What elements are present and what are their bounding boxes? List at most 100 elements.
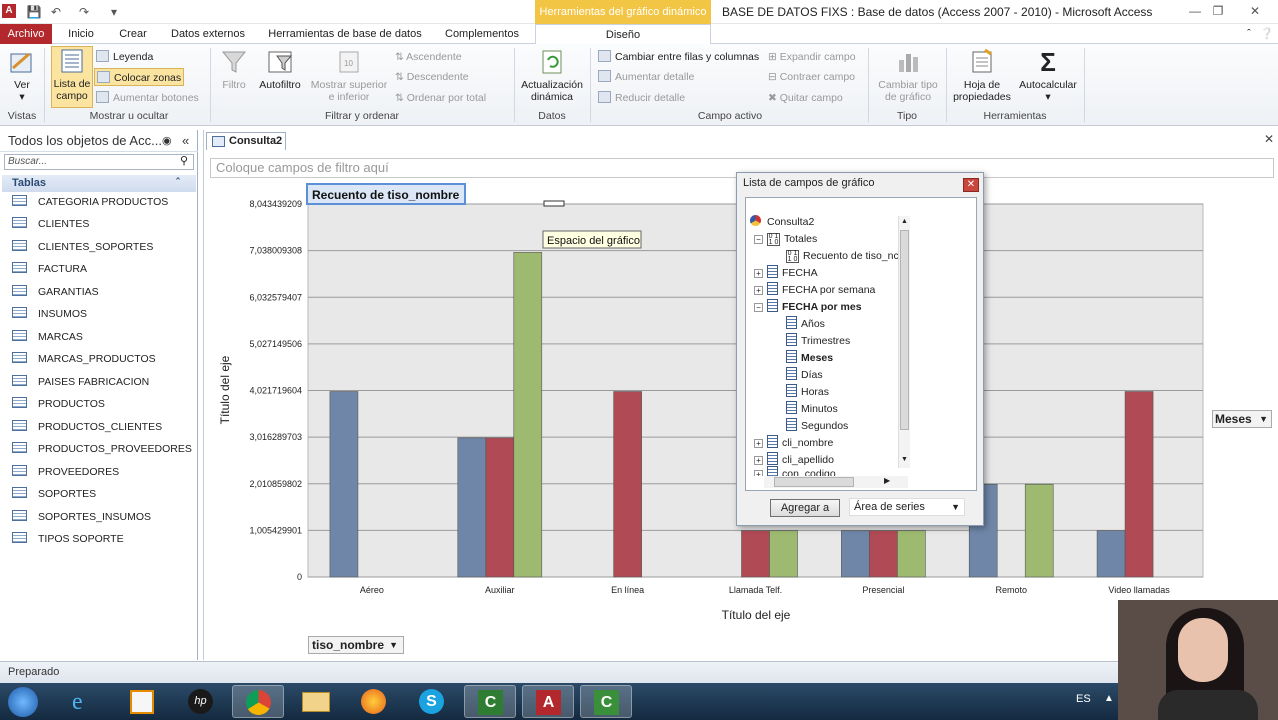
tray-chevron-icon[interactable]: ▲ <box>1104 693 1114 704</box>
redo-icon[interactable]: ↷ <box>76 4 92 20</box>
colocar-zonas-button[interactable]: Colocar zonas <box>94 68 185 86</box>
bar[interactable] <box>613 391 642 578</box>
chevron-down-icon[interactable]: ▼ <box>951 499 960 515</box>
bar[interactable] <box>869 530 898 578</box>
nav-header[interactable]: Todos los objetos de Acc... ◉ « <box>0 130 198 152</box>
nav-section-tablas[interactable]: Tablas ˆ <box>2 175 196 192</box>
taskbar-chrome[interactable] <box>232 685 284 718</box>
tree-node-con-codigo[interactable]: + con_codigo <box>754 466 836 476</box>
nav-search-input[interactable]: Buscar... <box>4 154 194 170</box>
tree-node-minutos[interactable]: Minutos <box>786 401 838 418</box>
taskbar-firefox[interactable] <box>348 685 400 718</box>
tree-node-meses[interactable]: Meses <box>786 350 833 367</box>
scroll-down-icon[interactable]: ▼ <box>901 456 908 463</box>
tree-node-fecha-semana[interactable]: + FECHA por semana <box>754 282 875 299</box>
tree-node-dias[interactable]: Días <box>786 367 823 384</box>
tree-node-anos[interactable]: Años <box>786 316 825 333</box>
nav-item-soportes-insumos[interactable]: SOPORTES_INSUMOS <box>12 506 151 528</box>
chart-title[interactable]: Recuento de tiso_nombre <box>312 188 460 202</box>
tab-crear[interactable]: Crear <box>112 24 154 44</box>
tree-node-fecha-mes[interactable]: − FECHA por mes <box>754 299 862 316</box>
nav-item-productos-proveedores[interactable]: PRODUCTOS_PROVEEDORES <box>12 438 192 460</box>
aumentar-botones-button[interactable]: Aumentar botones <box>96 89 199 107</box>
bar[interactable] <box>1024 483 1054 578</box>
expand-icon[interactable]: + <box>754 439 763 448</box>
help-chevron-icon[interactable]: ˆ <box>1242 24 1256 44</box>
nav-item-tipos-soporte[interactable]: TIPOS SOPORTE <box>12 528 124 550</box>
y-axis-title[interactable]: Título del eje <box>218 355 232 424</box>
collapse-icon[interactable]: − <box>754 303 763 312</box>
nav-item-productos-clientes[interactable]: PRODUCTOS_CLIENTES <box>12 416 162 438</box>
nav-item-clientes-soportes[interactable]: CLIENTES_SOPORTES <box>12 236 153 258</box>
contraer-campo-button[interactable]: ⊟ Contraer campo <box>768 68 855 86</box>
tree-node-cli-nombre[interactable]: + cli_nombre <box>754 435 833 452</box>
nav-item-proveedores[interactable]: PROVEEDORES <box>12 461 119 483</box>
undo-icon[interactable]: ↶ <box>48 4 64 20</box>
search-icon[interactable]: ⚲ <box>180 154 188 167</box>
nav-item-clientes[interactable]: CLIENTES <box>12 213 89 235</box>
bar[interactable] <box>897 530 926 578</box>
tree-node-consulta2[interactable]: Consulta2 <box>750 214 814 231</box>
cambiar-filas-columnas-button[interactable]: Cambiar entre filas y columnas <box>598 48 759 66</box>
category-field-button[interactable]: tiso_nombre ▼ <box>308 636 404 654</box>
taskbar-camtasia-1[interactable]: C <box>464 685 516 718</box>
bar[interactable] <box>457 437 487 578</box>
doc-tab-consulta2[interactable]: Consulta2 <box>206 132 286 150</box>
x-axis-title[interactable]: Título del eje <box>722 608 791 622</box>
taskbar-hp[interactable]: hp <box>174 685 226 718</box>
nav-item-marcas-productos[interactable]: MARCAS_PRODUCTOS <box>12 348 156 370</box>
bar[interactable] <box>485 437 515 578</box>
ordenar-por-total-button[interactable]: ⇅ Ordenar por total <box>395 89 486 107</box>
cambiar-tipo-grafico-button[interactable]: Cambiar tipo de gráfico <box>872 48 944 103</box>
nav-item-factura[interactable]: FACTURA <box>12 258 87 280</box>
restore-icon[interactable]: ❐ <box>1206 2 1230 20</box>
customize-quick-access-icon[interactable]: ▾ <box>106 4 122 20</box>
leyenda-button[interactable]: Leyenda <box>96 48 153 66</box>
quitar-campo-button[interactable]: ✖ Quitar campo <box>768 89 843 107</box>
hscroll-thumb[interactable] <box>774 477 854 487</box>
autofiltro-button[interactable]: Autofiltro <box>254 48 306 91</box>
close-icon[interactable]: ✕ <box>1240 2 1270 20</box>
scroll-right-icon[interactable]: ▶ <box>884 476 890 485</box>
access-app-icon[interactable]: A <box>2 4 16 18</box>
bar[interactable] <box>741 530 770 578</box>
taskbar-explorer[interactable] <box>290 685 342 718</box>
bar[interactable] <box>329 391 359 578</box>
chevron-up-icon[interactable]: ˆ <box>176 175 180 192</box>
chevron-down-icon[interactable]: ▼ <box>1259 411 1268 427</box>
actualizacion-dinamica-button[interactable]: Actualización dinámica <box>518 48 586 103</box>
mostrar-superior-button[interactable]: 10 Mostrar superior e inferior <box>306 48 392 103</box>
descendente-button[interactable]: ⇅ Descendente <box>395 68 469 86</box>
tree-vertical-scrollbar[interactable]: ▲ ▼ <box>898 216 910 468</box>
tree-node-trimestres[interactable]: Trimestres <box>786 333 850 350</box>
tree-node-totales[interactable]: −0 11 0 Totales <box>754 231 817 248</box>
tab-complementos[interactable]: Complementos <box>438 24 526 44</box>
nav-item-paises-fabricacion[interactable]: PAISES FABRICACION <box>12 371 149 393</box>
collapse-pane-icon[interactable]: « <box>182 130 189 152</box>
nav-item-productos[interactable]: PRODUCTOS <box>12 393 105 415</box>
taskbar-media[interactable] <box>116 685 168 718</box>
expandir-campo-button[interactable]: ⊞ Expandir campo <box>768 48 856 66</box>
help-icon[interactable]: ❔ <box>1260 24 1274 44</box>
ver-button[interactable]: Ver ▾ <box>4 48 40 103</box>
autocalcular-button[interactable]: Σ Autocalcular ▾ <box>1016 48 1080 103</box>
scroll-up-icon[interactable]: ▲ <box>901 218 908 225</box>
bar[interactable] <box>1124 391 1154 578</box>
ascendente-button[interactable]: ⇅ Ascendente <box>395 48 462 66</box>
bar[interactable] <box>1096 530 1126 578</box>
expand-icon[interactable]: + <box>754 269 763 278</box>
series-field-button[interactable]: Meses ▼ <box>1212 410 1272 428</box>
tree-node-fecha[interactable]: + FECHA <box>754 265 818 282</box>
tree-node-recuento[interactable]: 0 11 0 Recuento de tiso_nc <box>786 248 899 265</box>
tab-inicio[interactable]: Inicio <box>60 24 102 44</box>
tab-datos-externos[interactable]: Datos externos <box>166 24 250 44</box>
minimize-icon[interactable]: — <box>1183 2 1207 20</box>
bar[interactable] <box>513 252 543 578</box>
nav-item-categoria-productos[interactable]: CATEGORIA PRODUCTOS <box>12 191 168 213</box>
taskbar-access[interactable]: A <box>522 685 574 718</box>
tab-archivo[interactable]: Archivo <box>0 24 52 44</box>
nav-item-garantias[interactable]: GARANTIAS <box>12 281 99 303</box>
start-button[interactable] <box>2 685 46 718</box>
tab-herramientas-bd[interactable]: Herramientas de base de datos <box>262 24 428 44</box>
taskbar-camtasia-2[interactable]: C <box>580 685 632 718</box>
